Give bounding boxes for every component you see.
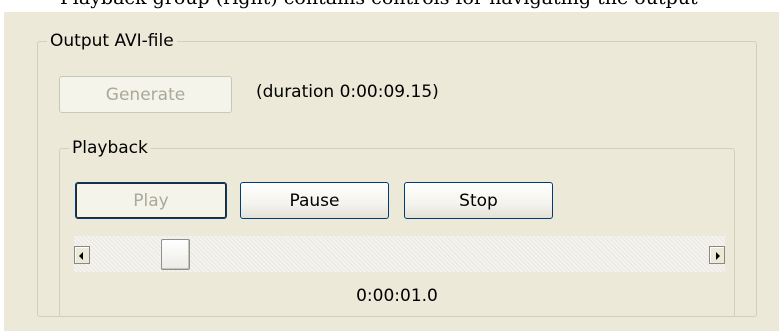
output-avi-group: Output AVI-file Generate (duration 0:00:… (37, 31, 757, 317)
scroll-right-button[interactable] (709, 246, 725, 264)
playback-group: Playback Play Pause Stop 0:00:01.0 (59, 138, 735, 317)
document-caption-strip: Playback group (right) contains controls… (0, 0, 779, 12)
play-button[interactable]: Play (75, 182, 227, 219)
dialog-panel: Output AVI-file Generate (duration 0:00:… (4, 12, 779, 331)
duration-label: (duration 0:00:09.15) (256, 82, 439, 102)
slider-thumb[interactable] (161, 239, 190, 270)
scroll-right-icon (716, 252, 720, 260)
scroll-left-button[interactable] (74, 246, 90, 264)
scroll-left-icon (79, 252, 83, 260)
playback-group-title: Playback (72, 138, 148, 158)
output-avi-group-title: Output AVI-file (50, 31, 174, 51)
generate-button[interactable]: Generate (59, 76, 232, 113)
pause-button[interactable]: Pause (240, 182, 389, 219)
playback-time-label: 0:00:01.0 (356, 286, 438, 306)
playback-position-slider[interactable] (74, 236, 725, 272)
document-caption-text: Playback group (right) contains controls… (60, 0, 698, 9)
stop-button[interactable]: Stop (404, 182, 553, 219)
